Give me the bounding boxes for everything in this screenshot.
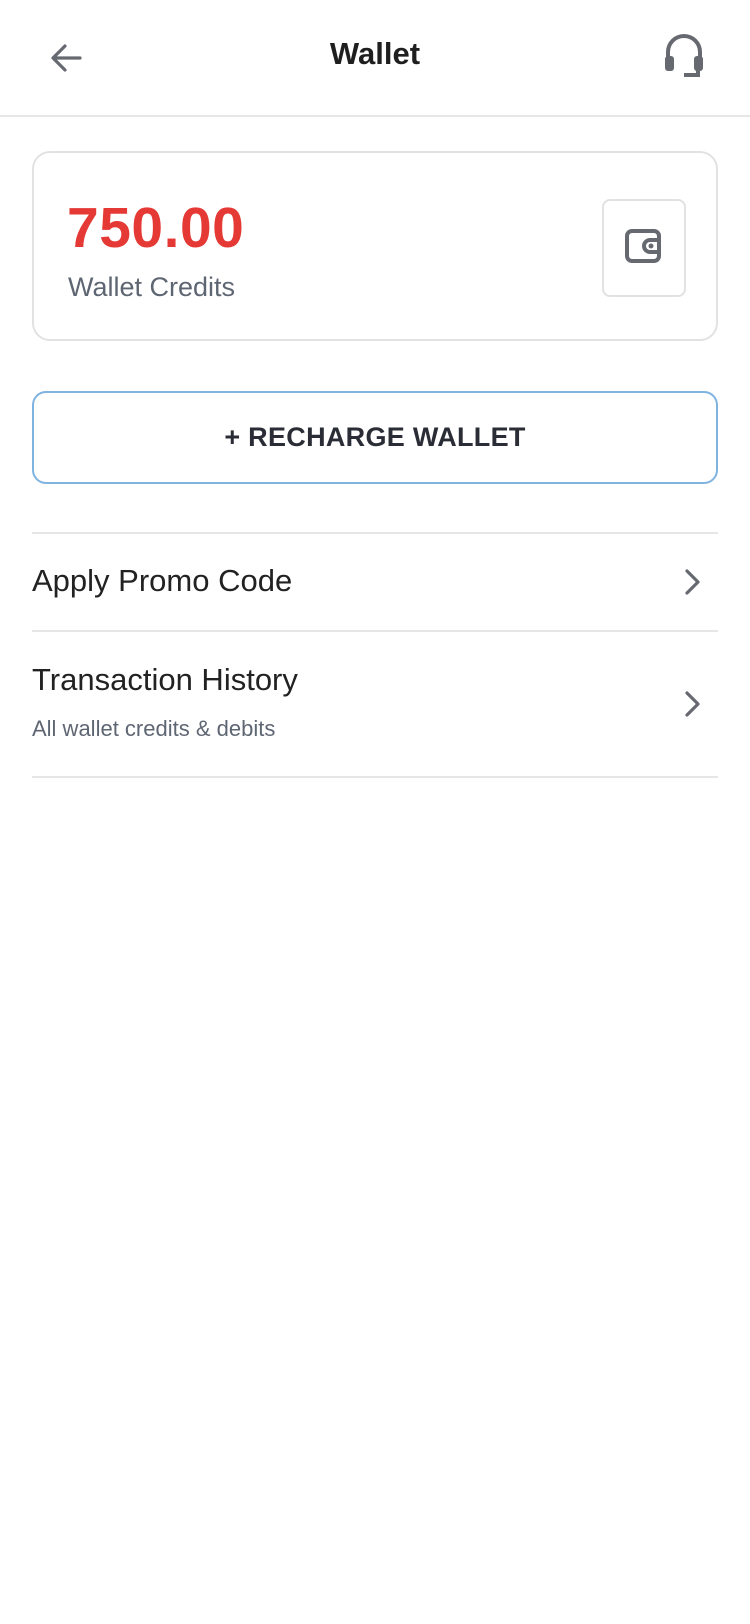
list-item-title: Transaction History [32, 662, 298, 697]
list-item-apply-promo-code[interactable]: Apply Promo Code [32, 534, 718, 630]
recharge-wallet-button[interactable]: + RECHARGE WALLET [32, 391, 718, 484]
headset-icon [662, 30, 706, 83]
app-header: Wallet [0, 0, 750, 117]
list-item-subtitle: All wallet credits & debits [32, 716, 276, 741]
wallet-balance-card: 750.00 Wallet Credits [32, 151, 718, 341]
wallet-balance-label: Wallet Credits [68, 272, 236, 302]
divider [32, 776, 718, 778]
chevron-right-icon [680, 568, 704, 596]
page-title: Wallet [329, 36, 421, 71]
wallet-icon [624, 226, 664, 271]
wallet-balance-amount: 750.00 [67, 196, 245, 260]
list-item-transaction-history[interactable]: Transaction History All wallet credits &… [32, 632, 718, 776]
wallet-icon-container [602, 199, 686, 297]
chevron-right-icon [680, 690, 704, 718]
list-item-title: Apply Promo Code [32, 563, 293, 598]
support-button[interactable] [658, 30, 710, 82]
